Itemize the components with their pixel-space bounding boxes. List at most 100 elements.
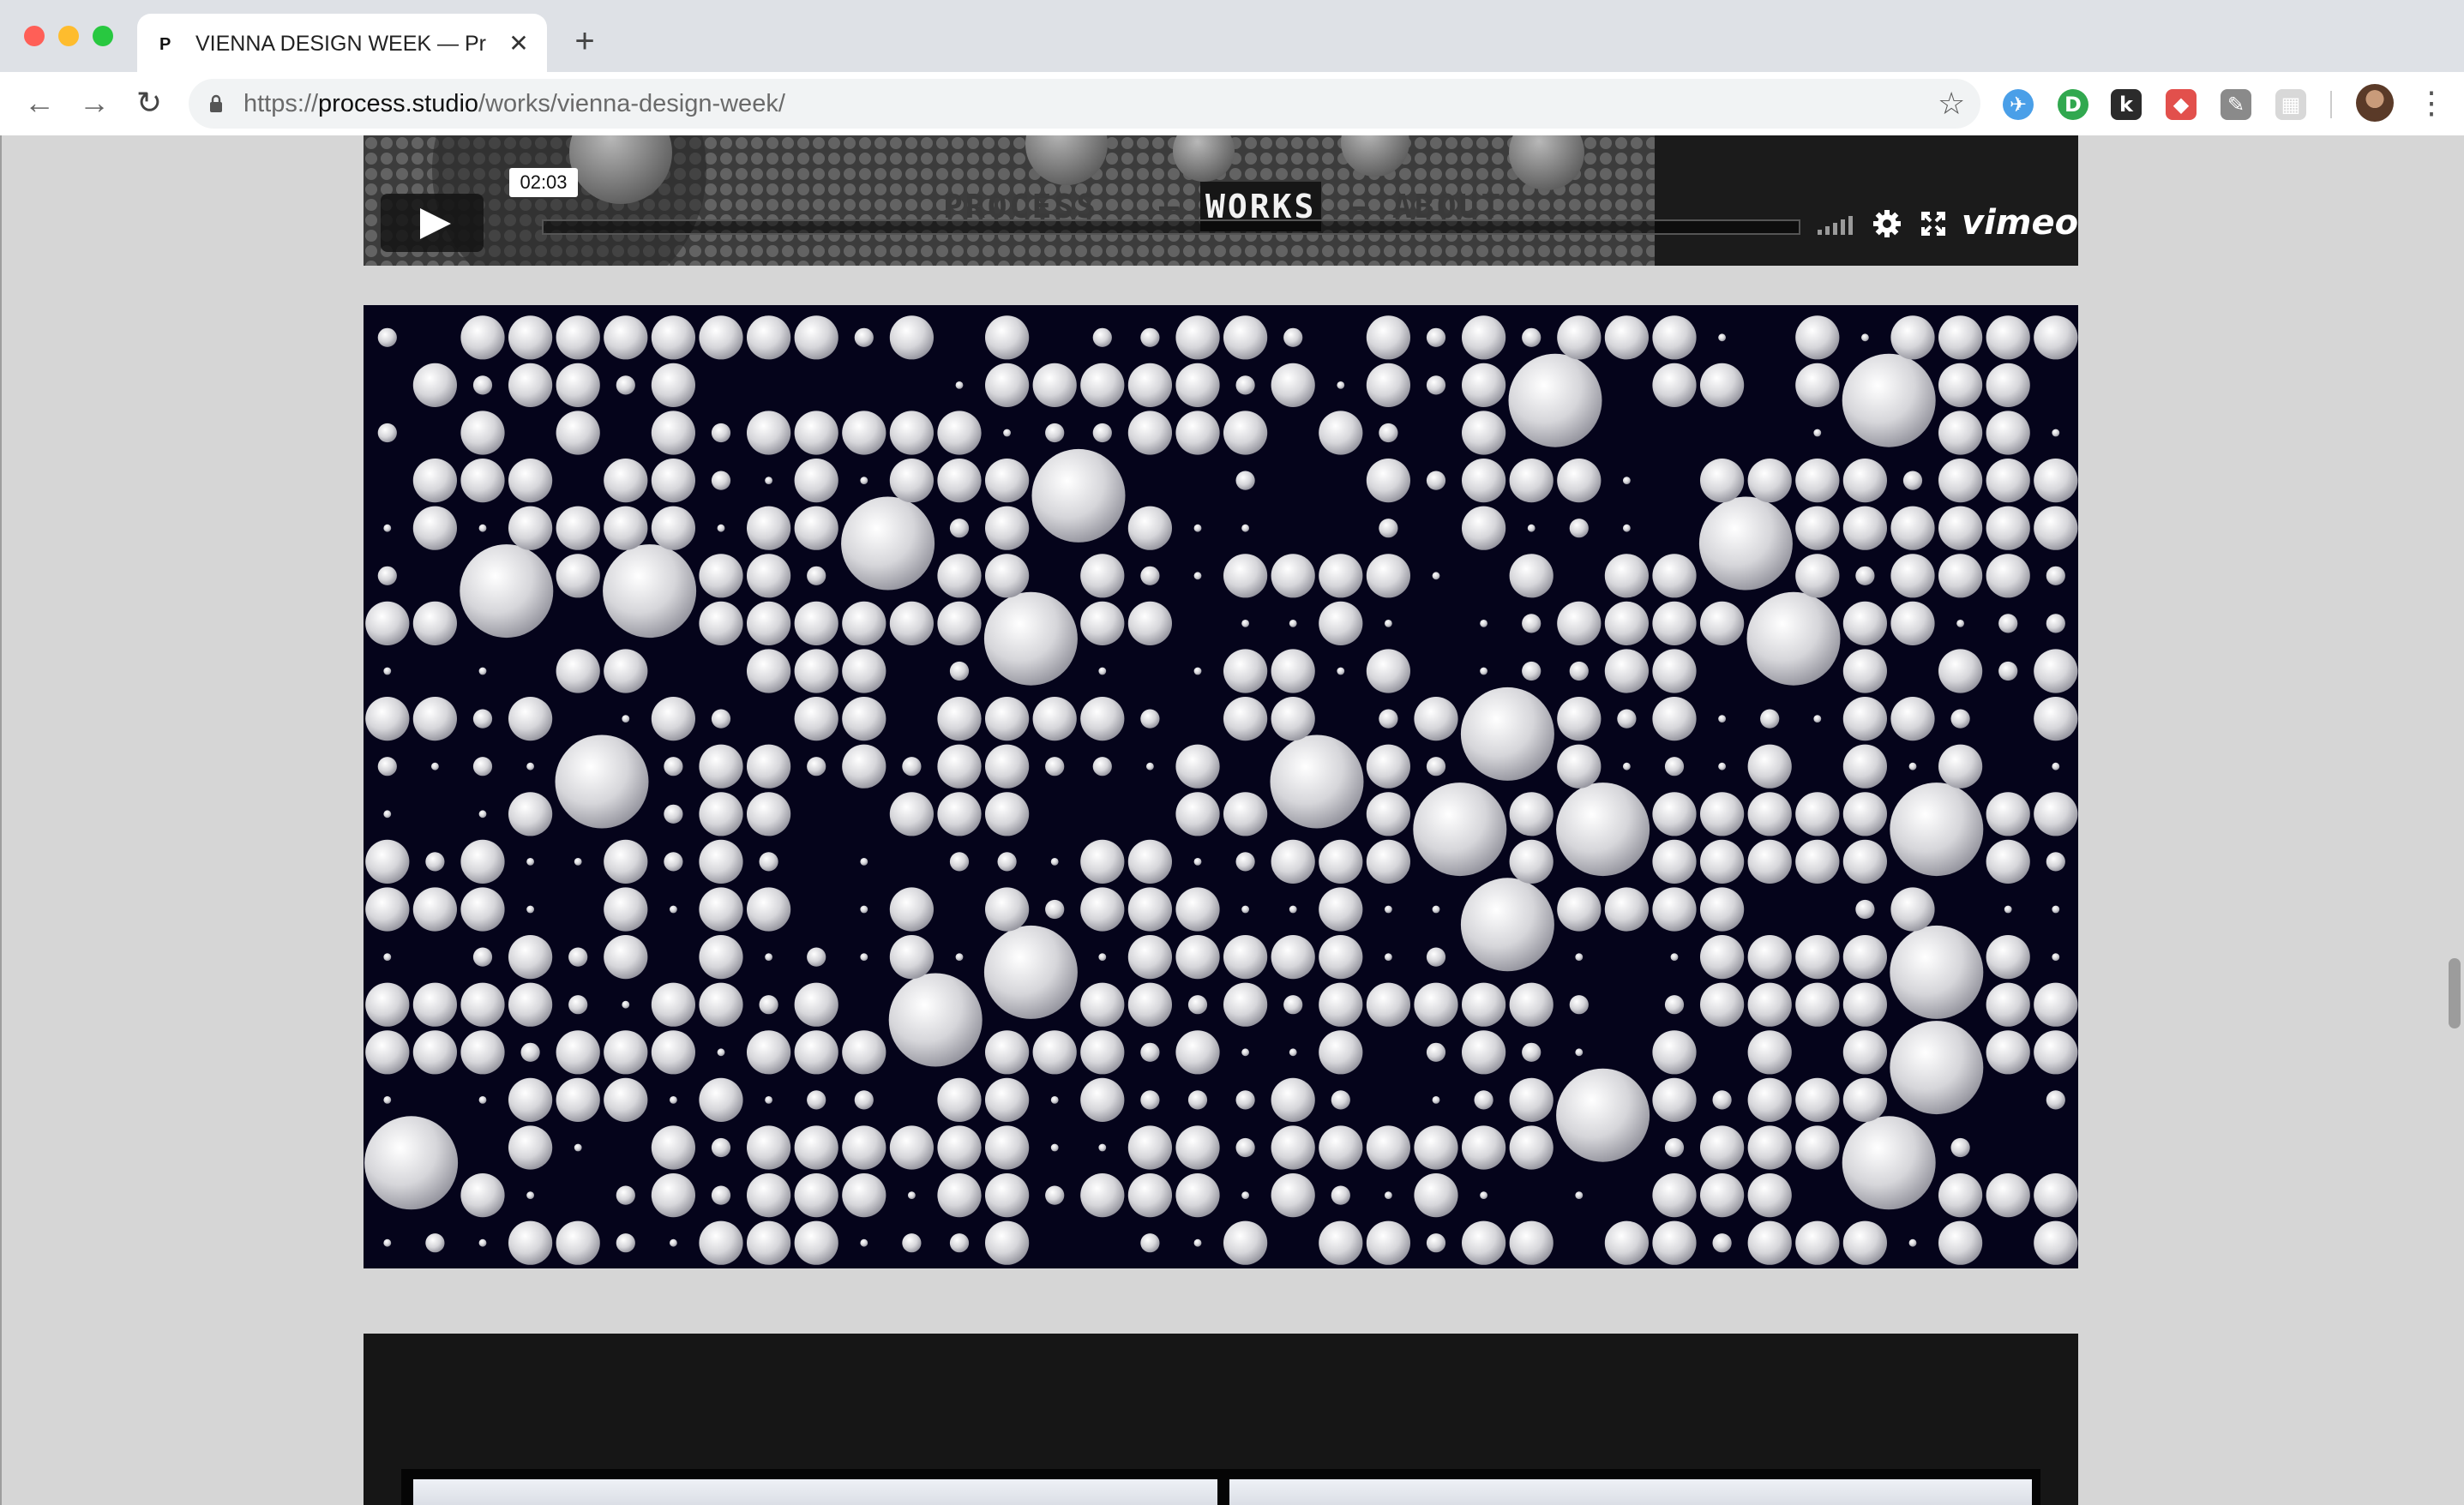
sphere: [526, 1191, 534, 1199]
sphere: [1480, 620, 1487, 627]
sphere: [412, 459, 457, 503]
sphere: [1700, 363, 1745, 407]
sphere: [1527, 524, 1535, 532]
sphere: [1426, 375, 1446, 395]
sphere: [1223, 554, 1268, 598]
zoom-window-button[interactable]: [93, 26, 113, 46]
sphere: [711, 1137, 731, 1158]
sphere: [1460, 687, 1554, 781]
sphere: [1175, 1030, 1220, 1075]
sphere: [1998, 661, 2018, 681]
sphere: [412, 1030, 457, 1075]
browser-menu-icon[interactable]: ⋮: [2416, 86, 2447, 120]
sphere: [794, 982, 838, 1027]
volume-icon[interactable]: [1816, 213, 1859, 237]
sphere: [985, 1220, 1030, 1265]
sphere: [1045, 899, 1065, 920]
sphere: [1080, 1030, 1125, 1075]
sphere: [1432, 905, 1440, 914]
sphere: [1652, 792, 1697, 836]
close-window-button[interactable]: [24, 26, 45, 46]
sphere: [1664, 995, 1685, 1015]
tab-close-icon[interactable]: ✕: [506, 31, 532, 57]
shield-extension-icon[interactable]: ◆: [2166, 89, 2197, 120]
sphere: [1986, 1030, 2030, 1075]
address-bar[interactable]: https://process.studio/works/vienna-desi…: [189, 79, 1980, 129]
sphere: [1414, 1173, 1458, 1218]
vimeo-logo[interactable]: vimeo: [1962, 204, 2078, 242]
sphere: [983, 591, 1078, 686]
sphere: [937, 554, 982, 598]
sphere: [2046, 852, 2065, 872]
k-extension-icon[interactable]: k: [2111, 89, 2142, 120]
gear-icon[interactable]: [1872, 209, 1902, 238]
video-progress-bar[interactable]: [542, 219, 1800, 235]
sphere: [1474, 1090, 1493, 1110]
sphere: [1385, 1191, 1392, 1199]
sphere: [1795, 554, 1840, 598]
sphere: [1509, 1220, 1554, 1265]
reload-icon[interactable]: ↻: [132, 86, 166, 120]
sphere: [1271, 839, 1315, 884]
sphere: [985, 697, 1030, 741]
sphere: [902, 1233, 922, 1253]
sphere: [794, 506, 838, 550]
sphere: [854, 327, 874, 347]
fullscreen-icon[interactable]: [1920, 211, 1946, 237]
sphere: [1271, 363, 1315, 407]
sphere: [1366, 744, 1410, 788]
sphere: [1986, 982, 2030, 1027]
sphere: [1842, 506, 1887, 550]
sphere: [747, 411, 791, 455]
sphere: [604, 506, 648, 550]
sphere: [616, 1185, 635, 1205]
sphere: [1652, 601, 1697, 645]
sphere: [1426, 1233, 1446, 1253]
sphere: [412, 982, 457, 1027]
sphere: [1366, 459, 1410, 503]
sphere: [472, 947, 493, 967]
grid-extension-icon[interactable]: ▦: [2275, 89, 2306, 120]
sphere: [955, 381, 964, 389]
sphere: [1842, 839, 1887, 884]
d-extension-icon[interactable]: D: [2058, 89, 2088, 120]
sphere: [1795, 935, 1840, 980]
sphere: [985, 887, 1030, 932]
next-media-block: [364, 1334, 2078, 1505]
sphere: [1938, 1220, 1983, 1265]
sphere: [1747, 982, 1792, 1027]
sphere: [460, 982, 505, 1027]
sphere: [794, 459, 838, 503]
sphere: [604, 935, 648, 980]
sphere: [1223, 315, 1268, 360]
new-tab-button[interactable]: +: [568, 24, 602, 58]
sphere: [1938, 649, 1983, 693]
sphere: [1366, 554, 1410, 598]
minimize-window-button[interactable]: [58, 26, 79, 46]
sphere: [2034, 315, 2078, 360]
sphere: [1604, 887, 1649, 932]
sphere: [1140, 327, 1160, 347]
plane-extension-icon[interactable]: ✈: [2003, 89, 2034, 120]
sphere: [807, 947, 826, 967]
page-scrollbar[interactable]: [2449, 958, 2461, 1028]
browser-tab[interactable]: P VIENNA DESIGN WEEK — Process ✕: [137, 14, 547, 72]
sphere: [937, 601, 982, 645]
sphere: [794, 315, 838, 360]
sphere: [365, 982, 410, 1027]
photo-panel-left: [413, 1479, 1217, 1505]
sphere: [1986, 935, 2030, 980]
back-arrow-icon[interactable]: ←: [22, 86, 57, 120]
bookmark-star-icon[interactable]: ☆: [1938, 87, 1965, 120]
sphere: [1193, 572, 1202, 580]
sphere: [1426, 1042, 1446, 1062]
sphere: [1747, 1173, 1792, 1218]
profile-avatar[interactable]: [2356, 84, 2394, 122]
sphere: [860, 858, 868, 866]
pin-extension-icon[interactable]: ✎: [2221, 89, 2251, 120]
sphere: [1140, 1233, 1160, 1253]
vimeo-video-player[interactable]: PROCESS — WORKS — ABOUT 02:03 vimeo: [364, 135, 2078, 266]
forward-arrow-icon[interactable]: →: [77, 86, 111, 120]
play-button[interactable]: [381, 194, 484, 252]
sphere: [1652, 887, 1697, 932]
